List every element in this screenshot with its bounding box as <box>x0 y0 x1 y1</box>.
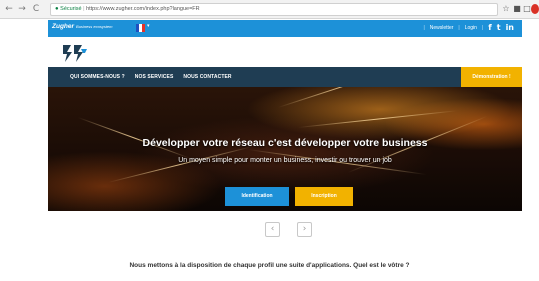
browser-toolbar: ← → C ● Sécurisé | https://www.zugher.co… <box>0 0 539 19</box>
carousel-next-button[interactable]: › <box>297 222 312 237</box>
twitter-icon[interactable]: t <box>497 23 501 32</box>
star-icon[interactable]: ☆ <box>501 4 511 14</box>
secure-label: Sécurisé <box>60 6 82 12</box>
hero-banner: Développer votre réseau c'est développer… <box>48 87 522 211</box>
forward-button[interactable]: → <box>16 3 28 15</box>
back-button[interactable]: ← <box>3 3 15 15</box>
url-text: https://www.zugher.com/index.php?langue=… <box>86 6 200 12</box>
carousel-prev-button[interactable]: ‹ <box>265 222 280 237</box>
inscription-button[interactable]: Inscription <box>295 187 353 206</box>
identification-button[interactable]: Identification <box>225 187 289 206</box>
hero-title: Développer votre réseau c'est développer… <box>142 137 428 149</box>
top-strip: Zugher Business ecosystem ▾ | Newsletter … <box>48 20 522 37</box>
light-streak <box>297 110 458 128</box>
section-tagline: Nous mettons à la disposition de chaque … <box>129 262 410 269</box>
lock-icon: ● <box>55 6 59 12</box>
newsletter-link[interactable]: Newsletter <box>430 25 454 31</box>
main-nav: QUI SOMMES-NOUS ? NOS SERVICES NOUS CONT… <box>48 67 522 87</box>
address-bar[interactable]: ● Sécurisé | https://www.zugher.com/inde… <box>50 3 498 16</box>
facebook-icon[interactable]: f <box>488 23 491 32</box>
light-streak <box>107 145 254 183</box>
hero-subtitle: Un moyen simple pour monter un business,… <box>178 157 392 164</box>
nav-item-about[interactable]: QUI SOMMES-NOUS ? <box>70 74 125 80</box>
linkedin-icon[interactable]: in <box>506 23 514 32</box>
light-streak <box>277 87 412 108</box>
reload-button[interactable]: C <box>30 3 42 15</box>
chevron-left-icon: ‹ <box>270 224 275 234</box>
demo-button[interactable]: Démonstration ! <box>461 67 522 87</box>
nav-item-contact[interactable]: NOUS CONTACTER <box>183 74 231 80</box>
zugher-logo-icon[interactable] <box>62 43 88 63</box>
top-links: | Newsletter | Login | f t in <box>423 23 514 32</box>
extension-icon[interactable] <box>531 4 539 14</box>
login-link[interactable]: Login <box>465 25 477 31</box>
chevron-down-icon[interactable]: ▾ <box>147 23 150 29</box>
fr-flag-icon[interactable] <box>136 24 145 32</box>
chevron-right-icon: › <box>302 224 307 234</box>
extension-icon[interactable]: ■ <box>512 4 522 14</box>
brand-logo-text[interactable]: Zugher Business ecosystem <box>52 23 113 30</box>
nav-item-services[interactable]: NOS SERVICES <box>135 74 174 80</box>
logo-area <box>48 37 522 67</box>
